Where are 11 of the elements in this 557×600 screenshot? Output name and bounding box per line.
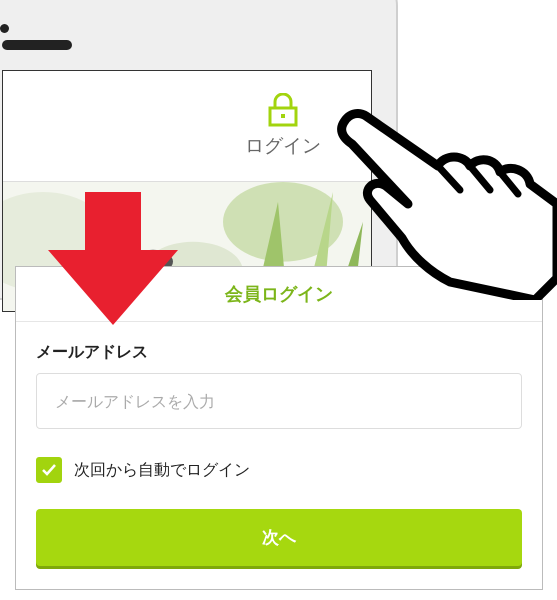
- login-link[interactable]: ログイン: [245, 92, 321, 159]
- checkbox-label: 次回から自動でログイン: [74, 460, 250, 480]
- camera-icon: [0, 24, 9, 33]
- email-label: メールアドレス: [36, 342, 149, 363]
- lock-icon: [268, 92, 298, 127]
- email-field[interactable]: メールアドレスを入力: [36, 373, 522, 429]
- checkbox[interactable]: [36, 457, 62, 483]
- card-title: 会員ログイン: [225, 283, 333, 306]
- speaker-icon: [2, 40, 72, 50]
- checkmark-icon: [41, 463, 57, 477]
- down-arrow-icon: [48, 192, 178, 325]
